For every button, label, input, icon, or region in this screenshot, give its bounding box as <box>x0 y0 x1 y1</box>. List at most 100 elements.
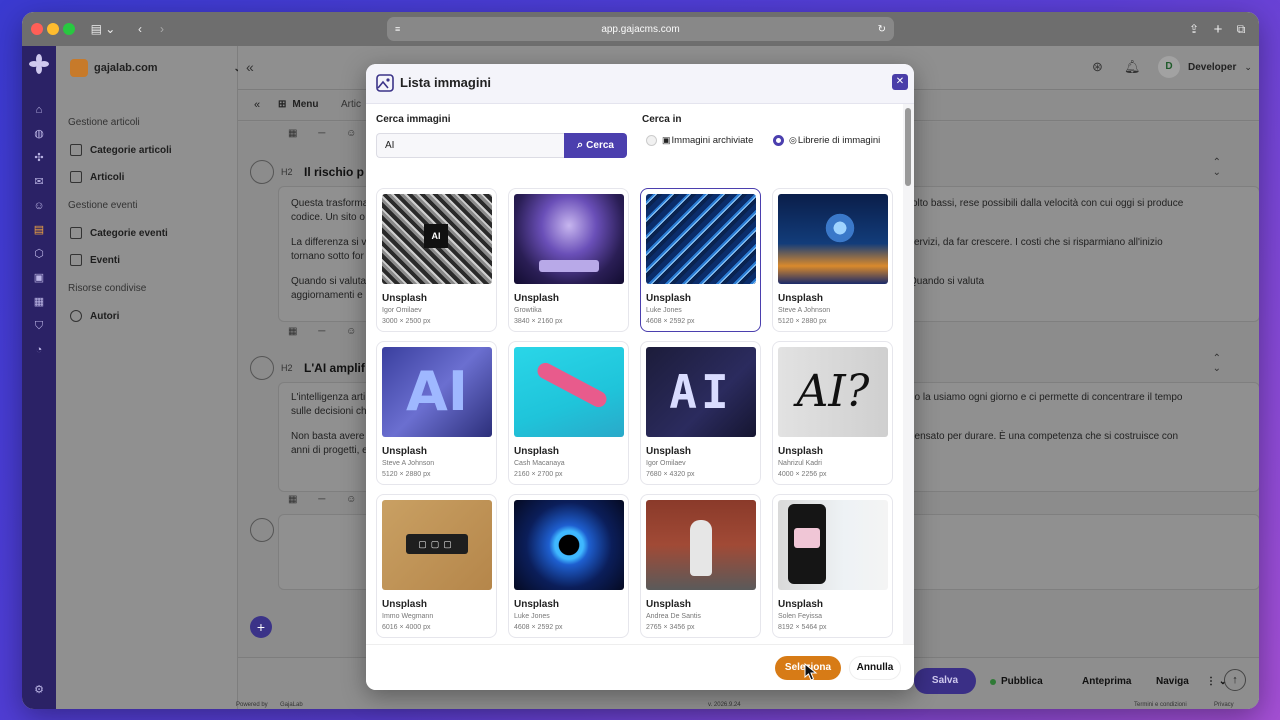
image-card[interactable]: AI Unsplash Igor Omilaev 7680 × 4320 px <box>640 341 761 485</box>
new-tab-icon[interactable]: + <box>1208 18 1228 40</box>
image-source: Unsplash <box>778 599 824 610</box>
help-icon[interactable]: ⊛ <box>1092 59 1103 75</box>
section-label-shared: Risorse condivise <box>68 283 147 294</box>
image-thumbnail <box>514 500 624 590</box>
search-input[interactable] <box>376 133 564 158</box>
menu-label: Menu <box>292 99 319 110</box>
image-dimensions: 8192 × 5464 px <box>778 624 827 631</box>
radio-button[interactable] <box>773 135 784 146</box>
sidebar-item-events[interactable]: Eventi <box>70 254 120 266</box>
heading-level-badge[interactable]: H2 <box>281 167 293 177</box>
globe-icon[interactable]: ◍ <box>32 127 46 141</box>
image-card[interactable]: Unsplash Luke Jones 4608 × 2592 px <box>508 494 629 638</box>
phone-icon <box>788 504 826 584</box>
publish-button[interactable]: Pubblica <box>990 676 1043 687</box>
puzzle-icon[interactable]: ✣ <box>32 151 46 165</box>
scroll-top-icon[interactable]: ↑ <box>1224 669 1246 691</box>
mouse-cursor-icon <box>804 663 818 681</box>
section-heading[interactable]: L'AI amplif <box>304 361 365 375</box>
settings-icon[interactable]: ⚙ <box>32 683 46 697</box>
sidebar-item-articles[interactable]: Articoli <box>70 171 124 183</box>
scrollbar-thumb[interactable] <box>905 108 911 186</box>
image-icon <box>376 74 394 92</box>
scrollbar[interactable] <box>903 104 914 644</box>
paragraph-text: sulle decisioni ch <box>291 406 367 417</box>
paragraph-text: tornano sotto for <box>291 251 364 262</box>
image-card[interactable]: AI? Unsplash Nahrizul Kadri 4000 × 2256 … <box>772 341 893 485</box>
preview-button[interactable]: Anteprima <box>1082 676 1131 687</box>
back-icon[interactable]: ‹ <box>130 18 150 40</box>
icon-rail: ⌂ ◍ ✣ ✉ ☺ ▤ ⬡ ▣ ▦ ⛉ ◔ ⚙ <box>22 46 56 709</box>
sidebar-item-authors[interactable]: Autori <box>70 310 119 322</box>
content-icon[interactable]: ▤ <box>32 223 46 237</box>
text-block-icon <box>250 356 274 380</box>
terms-link[interactable]: Termini e condizioni <box>1134 702 1187 708</box>
image-card[interactable]: ▢▢▢ Unsplash Immo Wegmann 6016 × 4000 px <box>376 494 497 638</box>
author-icon <box>70 310 82 322</box>
maximize-window-icon[interactable] <box>63 23 75 35</box>
folder-icon <box>70 144 82 156</box>
shield-icon[interactable]: ⛉ <box>32 319 46 333</box>
cancel-button[interactable]: Annulla <box>849 656 901 680</box>
image-dimensions: 4608 × 2592 px <box>646 318 695 325</box>
org-logo-icon <box>70 59 88 77</box>
bell-icon[interactable]: 🔔︎ <box>1124 59 1141 75</box>
page-menu-icon[interactable]: ≡ <box>395 24 400 34</box>
image-thumbnail <box>646 500 756 590</box>
chart-icon[interactable]: ◔ <box>32 343 46 357</box>
move-block-icon[interactable]: ⌃⌄ <box>1213 354 1221 374</box>
image-thumbnail <box>514 347 624 437</box>
image-card[interactable]: Unsplash Growtika 3840 × 2160 px <box>508 188 629 332</box>
image-card[interactable]: Unsplash Andrea De Santis 2765 × 3456 px <box>640 494 761 638</box>
version-text: v. 2026.9.24 <box>708 702 741 708</box>
mail-icon[interactable]: ✉ <box>32 175 46 189</box>
navigate-button[interactable]: Naviga <box>1156 676 1189 687</box>
image-card[interactable]: AI Unsplash Steve A Johnson 5120 × 2880 … <box>376 341 497 485</box>
section-heading[interactable]: Il rischio p <box>304 165 364 179</box>
sidebar-item-article-categories[interactable]: Categorie articoli <box>70 144 172 156</box>
save-button[interactable]: Salva <box>914 668 976 694</box>
bag-icon[interactable]: ▣ <box>32 271 46 285</box>
box-icon[interactable]: ⬡ <box>32 247 46 261</box>
image-card[interactable]: Unsplash Steve A Johnson 5120 × 2880 px <box>772 188 893 332</box>
users-icon[interactable]: ☺ <box>32 199 46 213</box>
robot-icon <box>690 520 712 576</box>
user-name: Developer <box>1188 61 1237 73</box>
radio-button[interactable] <box>646 135 657 146</box>
brand-text: GajaLab <box>280 702 303 708</box>
search-button[interactable]: ⌕ Cerca <box>564 133 627 158</box>
minimize-window-icon[interactable] <box>47 23 59 35</box>
sidebar-item-event-categories[interactable]: Categorie eventi <box>70 227 168 239</box>
browser-toolbar: ▤ ⌄ ‹ › ≡ app.gajacms.com ↻ ⇪ + ⧉ <box>22 12 1259 46</box>
home-icon[interactable]: ⌂ <box>32 103 46 117</box>
close-icon[interactable]: ✕ <box>892 74 908 90</box>
close-window-icon[interactable] <box>31 23 43 35</box>
heading-level-badge[interactable]: H2 <box>281 363 293 373</box>
folder-icon <box>70 227 82 239</box>
image-card-selected[interactable]: Unsplash Luke Jones 4608 × 2592 px <box>640 188 761 332</box>
image-card[interactable]: AI Unsplash Igor Omilaev 3000 × 2500 px <box>376 188 497 332</box>
paragraph-text: Quando si valuta <box>291 276 367 287</box>
reload-icon[interactable]: ↻ <box>878 24 886 35</box>
paragraph-text: servizi, da far crescere. I costi che si… <box>909 237 1163 248</box>
forward-icon: › <box>160 22 164 36</box>
radio-image-libraries[interactable]: ◎ Librerie di immagini <box>773 135 880 146</box>
user-menu[interactable]: D Developer ⌄ <box>1158 54 1252 80</box>
radio-archived-images[interactable]: ▣ Immagini archiviate <box>646 135 753 146</box>
breadcrumb[interactable]: Artic <box>341 99 361 110</box>
menu-button[interactable]: ⊞ Menu <box>278 99 319 110</box>
image-card[interactable]: Unsplash Solen Feyissa 8192 × 5464 px <box>772 494 893 638</box>
add-block-button[interactable]: + <box>250 616 272 638</box>
privacy-link[interactable]: Privacy <box>1214 702 1234 708</box>
org-switcher[interactable]: gajalab.com ⌄ <box>70 59 241 77</box>
files-icon[interactable]: ▦ <box>32 295 46 309</box>
move-block-icon[interactable]: ⌃⌄ <box>1213 158 1221 178</box>
share-icon[interactable]: ⇪ <box>1184 18 1204 40</box>
address-bar[interactable]: ≡ app.gajacms.com ↻ <box>387 17 894 41</box>
chevron-down-icon: ⌄ <box>1244 61 1252 72</box>
collapse-panel-icon[interactable]: « <box>254 99 260 111</box>
tabs-overview-icon[interactable]: ⧉ <box>1231 18 1251 40</box>
image-card[interactable]: Unsplash Cash Macanaya 2160 × 2700 px <box>508 341 629 485</box>
collapse-sidebar-icon[interactable]: « <box>246 59 254 75</box>
sidebar-toggle-icon[interactable]: ▤ ⌄ <box>85 18 121 40</box>
